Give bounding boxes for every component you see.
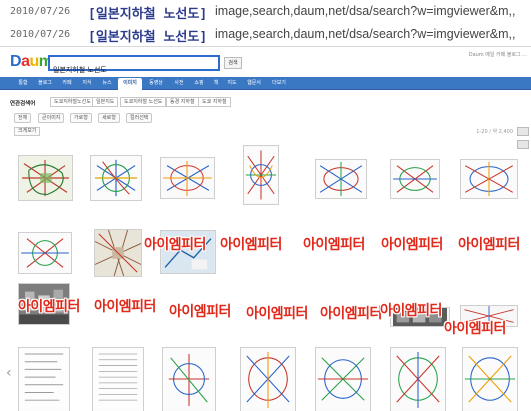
watermark: 아이엠피터 — [18, 299, 80, 315]
image-thumbnail[interactable] — [390, 347, 446, 411]
tab-shopping[interactable]: 쇼핑 — [190, 79, 208, 89]
view-large-button[interactable]: 크게보기 — [14, 127, 41, 136]
watermark: 아이엠피터 — [381, 237, 443, 253]
filter-portrait[interactable]: 세로형 — [98, 113, 120, 123]
watermark: 아이엠피터 — [169, 304, 231, 320]
watermark: 아이엠피터 — [444, 321, 506, 337]
image-thumbnail[interactable] — [315, 159, 367, 199]
tab-map[interactable]: 지도 — [224, 79, 240, 89]
page-screenshot: Daum 메일 카페 블로그 ... Daum 검색 통합 블로그 카페 지식 … — [0, 46, 531, 411]
related-label: 연관검색어 — [10, 101, 36, 107]
history-title[interactable]: [일본지하철 노선도] — [88, 26, 207, 45]
image-thumbnail[interactable] — [460, 159, 518, 199]
history-title[interactable]: [일본지하철 노선도] — [88, 3, 207, 22]
history-date: 2010/07/26 — [10, 6, 71, 17]
tab-more[interactable]: 더보기 — [268, 79, 290, 89]
image-thumbnail[interactable] — [94, 229, 142, 277]
search-box[interactable] — [48, 55, 220, 76]
tab-all[interactable]: 통합 — [14, 79, 32, 89]
tab-image[interactable]: 이미지 — [118, 78, 142, 90]
tab-news[interactable]: 뉴스 — [98, 79, 116, 89]
category-nav: 통합 블로그 카페 지식 뉴스 이미지 동영상 사전 쇼핑 책 지도 웹문서 더… — [0, 77, 531, 90]
watermark: 아이엠피터 — [380, 303, 442, 319]
tab-web[interactable]: 웹문서 — [242, 79, 266, 89]
tab-video[interactable]: 동영상 — [144, 79, 168, 89]
related-term[interactable]: 동경 지하철 — [166, 97, 199, 107]
related-term[interactable]: 도쿄 지하철 — [198, 97, 231, 107]
related-term[interactable]: 일본지도 — [92, 97, 119, 107]
watermark: 아이엠피터 — [220, 237, 282, 253]
image-thumbnail[interactable] — [92, 347, 144, 411]
history-url[interactable]: image,search,daum,net/dsa/search?w=imgvi… — [215, 4, 515, 18]
history-row[interactable]: 2010/07/26 [일본지하철 노선도] image,search,daum… — [0, 0, 531, 23]
grid-view-icon[interactable] — [517, 127, 529, 136]
result-count: 1-20 / 약 2,400 — [476, 129, 513, 135]
list-view-icon[interactable] — [517, 140, 529, 149]
history-url[interactable]: image,search,daum,net/dsa/search?w=imgvi… — [215, 27, 515, 41]
tab-dict[interactable]: 사전 — [170, 79, 188, 89]
tab-cafe[interactable]: 카페 — [58, 79, 76, 89]
tab-blog[interactable]: 블로그 — [34, 79, 56, 89]
image-thumbnail[interactable] — [18, 347, 70, 411]
tab-knowledge[interactable]: 지식 — [78, 79, 96, 89]
history-date: 2010/07/26 — [10, 29, 71, 40]
image-thumbnail[interactable] — [240, 347, 296, 411]
image-thumbnail[interactable] — [243, 145, 279, 205]
image-thumbnail[interactable] — [18, 232, 72, 274]
search-button[interactable]: 검색 — [224, 57, 242, 69]
image-thumbnail[interactable] — [90, 155, 142, 201]
image-thumbnail[interactable] — [18, 155, 73, 201]
image-thumbnail[interactable] — [462, 347, 518, 411]
image-thumbnail[interactable] — [162, 347, 216, 411]
watermark: 아이엠피터 — [458, 237, 520, 253]
filter-large[interactable]: 큰이미지 — [38, 113, 65, 123]
watermark: 아이엠피터 — [246, 306, 308, 322]
chevron-left-icon[interactable]: ‹ — [6, 365, 12, 381]
top-links[interactable]: Daum 메일 카페 블로그 ... — [469, 51, 527, 58]
filter-all[interactable]: 전체 — [14, 113, 32, 123]
related-term[interactable]: 도쿄지하철노선도 — [50, 97, 95, 107]
filter-landscape[interactable]: 가로형 — [70, 113, 92, 123]
tab-book[interactable]: 책 — [210, 79, 222, 89]
history-row[interactable]: 2010/07/26 [일본지하철 노선도] image,search,daum… — [0, 23, 531, 46]
related-term[interactable]: 도쿄지하철 노선도 — [120, 97, 167, 107]
watermark: 아이엠피터 — [144, 237, 206, 253]
watermark: 아이엠피터 — [303, 237, 365, 253]
image-thumbnail[interactable] — [160, 157, 215, 199]
image-thumbnail[interactable] — [315, 347, 371, 411]
filter-color[interactable]: 컬러선택 — [126, 113, 153, 123]
watermark: 아이엠피터 — [94, 299, 156, 315]
watermark: 아이엠피터 — [320, 306, 382, 322]
image-thumbnail[interactable] — [390, 159, 440, 199]
search-input[interactable] — [50, 64, 218, 76]
site-logo[interactable]: Daum — [10, 53, 53, 71]
